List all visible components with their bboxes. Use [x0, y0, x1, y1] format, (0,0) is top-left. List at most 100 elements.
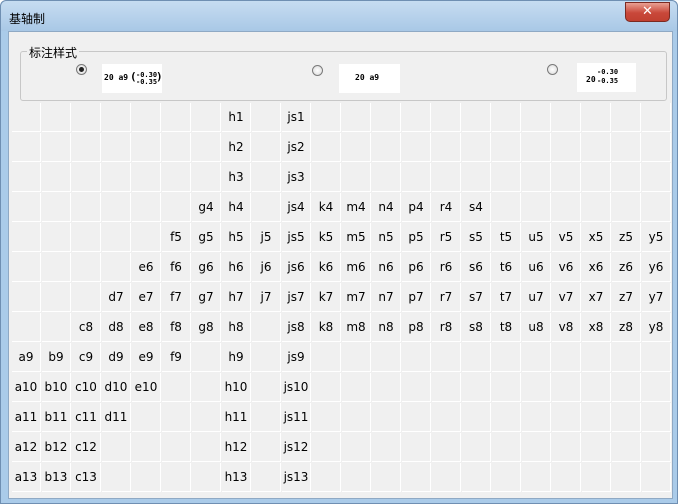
title-bar[interactable]: 基轴制 ✕	[1, 1, 677, 31]
tolerance-cell-d11[interactable]: d11	[102, 403, 131, 432]
tolerance-cell-j6[interactable]: j6	[252, 253, 281, 282]
tolerance-cell-k7[interactable]: k7	[312, 283, 341, 312]
tolerance-cell-u5[interactable]: u5	[522, 223, 551, 252]
tolerance-cell-d8[interactable]: d8	[102, 313, 131, 342]
style-radio-2[interactable]	[312, 65, 323, 76]
tolerance-cell-j5[interactable]: j5	[252, 223, 281, 252]
tolerance-cell-e7[interactable]: e7	[132, 283, 161, 312]
tolerance-cell-js12[interactable]: js12	[282, 433, 311, 462]
style-radio-1[interactable]	[76, 64, 87, 75]
tolerance-cell-c11[interactable]: c11	[72, 403, 101, 432]
tolerance-cell-c13[interactable]: c13	[72, 463, 101, 492]
tolerance-cell-f5[interactable]: f5	[162, 223, 191, 252]
tolerance-cell-h10[interactable]: h10	[222, 373, 251, 402]
tolerance-cell-x5[interactable]: x5	[582, 223, 611, 252]
tolerance-cell-v8[interactable]: v8	[552, 313, 581, 342]
tolerance-cell-z8[interactable]: z8	[612, 313, 641, 342]
tolerance-cell-a13[interactable]: a13	[12, 463, 41, 492]
tolerance-cell-y7[interactable]: y7	[642, 283, 671, 312]
tolerance-cell-v6[interactable]: v6	[552, 253, 581, 282]
tolerance-cell-b9[interactable]: b9	[42, 343, 71, 372]
tolerance-cell-h11[interactable]: h11	[222, 403, 251, 432]
tolerance-cell-g6[interactable]: g6	[192, 253, 221, 282]
tolerance-cell-js1[interactable]: js1	[282, 103, 311, 132]
tolerance-cell-js7[interactable]: js7	[282, 283, 311, 312]
tolerance-cell-v7[interactable]: v7	[552, 283, 581, 312]
tolerance-cell-js11[interactable]: js11	[282, 403, 311, 432]
tolerance-cell-g7[interactable]: g7	[192, 283, 221, 312]
tolerance-cell-a11[interactable]: a11	[12, 403, 41, 432]
tolerance-cell-h12[interactable]: h12	[222, 433, 251, 462]
tolerance-cell-n8[interactable]: n8	[372, 313, 401, 342]
tolerance-cell-m4[interactable]: m4	[342, 193, 371, 222]
tolerance-cell-g4[interactable]: g4	[192, 193, 221, 222]
tolerance-cell-js6[interactable]: js6	[282, 253, 311, 282]
tolerance-cell-m7[interactable]: m7	[342, 283, 371, 312]
tolerance-cell-js13[interactable]: js13	[282, 463, 311, 492]
tolerance-cell-js4[interactable]: js4	[282, 193, 311, 222]
tolerance-cell-h13[interactable]: h13	[222, 463, 251, 492]
tolerance-cell-s6[interactable]: s6	[462, 253, 491, 282]
tolerance-cell-f9[interactable]: f9	[162, 343, 191, 372]
tolerance-cell-s4[interactable]: s4	[462, 193, 491, 222]
tolerance-cell-x7[interactable]: x7	[582, 283, 611, 312]
tolerance-cell-n5[interactable]: n5	[372, 223, 401, 252]
tolerance-cell-p5[interactable]: p5	[402, 223, 431, 252]
tolerance-cell-r5[interactable]: r5	[432, 223, 461, 252]
tolerance-cell-c8[interactable]: c8	[72, 313, 101, 342]
tolerance-cell-j7[interactable]: j7	[252, 283, 281, 312]
tolerance-cell-k6[interactable]: k6	[312, 253, 341, 282]
tolerance-cell-js3[interactable]: js3	[282, 163, 311, 192]
tolerance-cell-d7[interactable]: d7	[102, 283, 131, 312]
tolerance-cell-f7[interactable]: f7	[162, 283, 191, 312]
tolerance-cell-e8[interactable]: e8	[132, 313, 161, 342]
tolerance-cell-r4[interactable]: r4	[432, 193, 461, 222]
tolerance-cell-a10[interactable]: a10	[12, 373, 41, 402]
tolerance-cell-x8[interactable]: x8	[582, 313, 611, 342]
tolerance-cell-h6[interactable]: h6	[222, 253, 251, 282]
tolerance-cell-k5[interactable]: k5	[312, 223, 341, 252]
tolerance-cell-n7[interactable]: n7	[372, 283, 401, 312]
tolerance-cell-k4[interactable]: k4	[312, 193, 341, 222]
tolerance-cell-h1[interactable]: h1	[222, 103, 251, 132]
tolerance-cell-u7[interactable]: u7	[522, 283, 551, 312]
tolerance-cell-b10[interactable]: b10	[42, 373, 71, 402]
tolerance-cell-c10[interactable]: c10	[72, 373, 101, 402]
tolerance-cell-r7[interactable]: r7	[432, 283, 461, 312]
tolerance-cell-y8[interactable]: y8	[642, 313, 671, 342]
tolerance-cell-b12[interactable]: b12	[42, 433, 71, 462]
close-button[interactable]: ✕	[625, 2, 670, 22]
tolerance-cell-k8[interactable]: k8	[312, 313, 341, 342]
tolerance-cell-r6[interactable]: r6	[432, 253, 461, 282]
style-radio-3[interactable]	[547, 64, 558, 75]
tolerance-cell-js9[interactable]: js9	[282, 343, 311, 372]
tolerance-cell-h8[interactable]: h8	[222, 313, 251, 342]
tolerance-cell-m6[interactable]: m6	[342, 253, 371, 282]
tolerance-cell-y6[interactable]: y6	[642, 253, 671, 282]
tolerance-cell-f6[interactable]: f6	[162, 253, 191, 282]
tolerance-cell-x6[interactable]: x6	[582, 253, 611, 282]
tolerance-cell-c9[interactable]: c9	[72, 343, 101, 372]
tolerance-cell-u6[interactable]: u6	[522, 253, 551, 282]
tolerance-cell-t6[interactable]: t6	[492, 253, 521, 282]
tolerance-cell-g5[interactable]: g5	[192, 223, 221, 252]
tolerance-cell-m5[interactable]: m5	[342, 223, 371, 252]
tolerance-cell-p6[interactable]: p6	[402, 253, 431, 282]
tolerance-cell-h5[interactable]: h5	[222, 223, 251, 252]
tolerance-cell-h7[interactable]: h7	[222, 283, 251, 312]
tolerance-cell-e9[interactable]: e9	[132, 343, 161, 372]
tolerance-cell-d9[interactable]: d9	[102, 343, 131, 372]
tolerance-cell-s5[interactable]: s5	[462, 223, 491, 252]
tolerance-cell-b13[interactable]: b13	[42, 463, 71, 492]
tolerance-cell-z5[interactable]: z5	[612, 223, 641, 252]
tolerance-cell-h9[interactable]: h9	[222, 343, 251, 372]
tolerance-cell-s8[interactable]: s8	[462, 313, 491, 342]
tolerance-cell-h2[interactable]: h2	[222, 133, 251, 162]
tolerance-cell-m8[interactable]: m8	[342, 313, 371, 342]
tolerance-cell-t5[interactable]: t5	[492, 223, 521, 252]
tolerance-cell-n6[interactable]: n6	[372, 253, 401, 282]
tolerance-cell-a12[interactable]: a12	[12, 433, 41, 462]
tolerance-cell-d10[interactable]: d10	[102, 373, 131, 402]
tolerance-cell-p8[interactable]: p8	[402, 313, 431, 342]
tolerance-cell-s7[interactable]: s7	[462, 283, 491, 312]
